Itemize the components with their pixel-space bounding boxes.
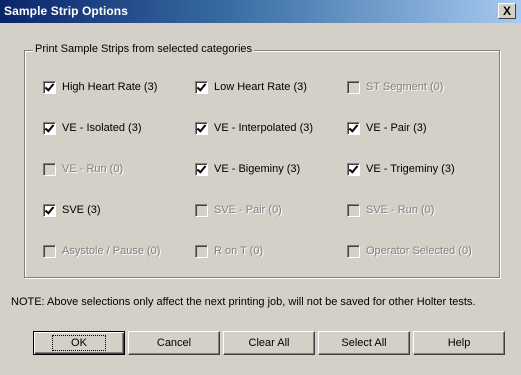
checkbox-st-segment[interactable]: ST Segment (0) xyxy=(347,79,443,95)
checkbox-low-heart-rate[interactable]: Low Heart Rate (3) xyxy=(195,79,307,95)
checkbox-label: VE - Interpolated (3) xyxy=(214,122,314,134)
checkbox-sve-pair[interactable]: SVE - Pair (0) xyxy=(195,202,282,218)
checkbox-label: SVE (3) xyxy=(62,204,101,216)
checkbox-ve-interpolated[interactable]: VE - Interpolated (3) xyxy=(195,120,313,136)
checkbox-label: SVE - Run (0) xyxy=(366,204,435,216)
checkbox-label: Low Heart Rate (3) xyxy=(214,81,307,93)
checkbox-label: VE - Isolated (3) xyxy=(62,122,142,134)
checkbox-sve[interactable]: SVE (3) xyxy=(43,202,101,218)
checkbox-box[interactable] xyxy=(195,80,208,94)
checkbox-ve-pair[interactable]: VE - Pair (3) xyxy=(347,120,427,136)
checkbox-box[interactable] xyxy=(43,162,56,176)
checkbox-box[interactable] xyxy=(43,80,56,94)
title-bar[interactable]: Sample Strip Options X xyxy=(0,0,521,23)
checkbox-ve-trigeminy[interactable]: VE - Trigeminy (3) xyxy=(347,161,455,177)
checkbox-label: VE - Bigeminy (3) xyxy=(214,163,301,175)
help-button[interactable]: Help xyxy=(413,331,505,355)
close-icon: X xyxy=(502,4,511,18)
checkbox-box[interactable] xyxy=(43,203,56,217)
note-text: NOTE: Above selections only affect the n… xyxy=(11,296,476,308)
checkbox-label: ST Segment (0) xyxy=(366,81,444,93)
checkbox-sve-run[interactable]: SVE - Run (0) xyxy=(347,202,434,218)
checkbox-high-heart-rate[interactable]: High Heart Rate (3) xyxy=(43,79,157,95)
sample-strip-options-dialog: Sample Strip Options X Print Sample Stri… xyxy=(0,0,521,375)
checkbox-asystole-pause[interactable]: Asystole / Pause (0) xyxy=(43,243,160,259)
checkbox-ve-isolated[interactable]: VE - Isolated (3) xyxy=(43,120,141,136)
checkbox-box[interactable] xyxy=(347,203,360,217)
checkbox-label: Operator Selected (0) xyxy=(366,245,472,257)
checkbox-box[interactable] xyxy=(195,203,208,217)
ok-button-label: OK xyxy=(52,335,106,351)
checkbox-ve-run[interactable]: VE - Run (0) xyxy=(43,161,123,177)
checkbox-label: VE - Trigeminy (3) xyxy=(366,163,455,175)
checkbox-label: SVE - Pair (0) xyxy=(214,204,282,216)
checkbox-box[interactable] xyxy=(195,162,208,176)
checkbox-box[interactable] xyxy=(195,244,208,258)
checkbox-box[interactable] xyxy=(347,244,360,258)
checkbox-label: Asystole / Pause (0) xyxy=(62,245,161,257)
checkbox-label: R on T (0) xyxy=(214,245,264,257)
select-all-button[interactable]: Select All xyxy=(318,331,410,355)
checkbox-label: VE - Pair (3) xyxy=(366,122,427,134)
clear-all-button[interactable]: Clear All xyxy=(223,331,315,355)
checkbox-r-on-t[interactable]: R on T (0) xyxy=(195,243,263,259)
checkbox-box[interactable] xyxy=(43,121,56,135)
checkbox-label: VE - Run (0) xyxy=(62,163,124,175)
checkbox-ve-bigeminy[interactable]: VE - Bigeminy (3) xyxy=(195,161,300,177)
checkbox-operator-selected[interactable]: Operator Selected (0) xyxy=(347,243,472,259)
groupbox-legend: Print Sample Strips from selected catego… xyxy=(33,43,255,55)
ok-button[interactable]: OK xyxy=(33,331,125,355)
cancel-button[interactable]: Cancel xyxy=(128,331,220,355)
checkbox-box[interactable] xyxy=(347,121,360,135)
checkbox-label: High Heart Rate (3) xyxy=(62,81,158,93)
close-button[interactable]: X xyxy=(498,3,516,19)
checkbox-box[interactable] xyxy=(347,80,360,94)
checkbox-box[interactable] xyxy=(43,244,56,258)
window-title: Sample Strip Options xyxy=(4,4,129,18)
checkbox-box[interactable] xyxy=(195,121,208,135)
checkbox-box[interactable] xyxy=(347,162,360,176)
